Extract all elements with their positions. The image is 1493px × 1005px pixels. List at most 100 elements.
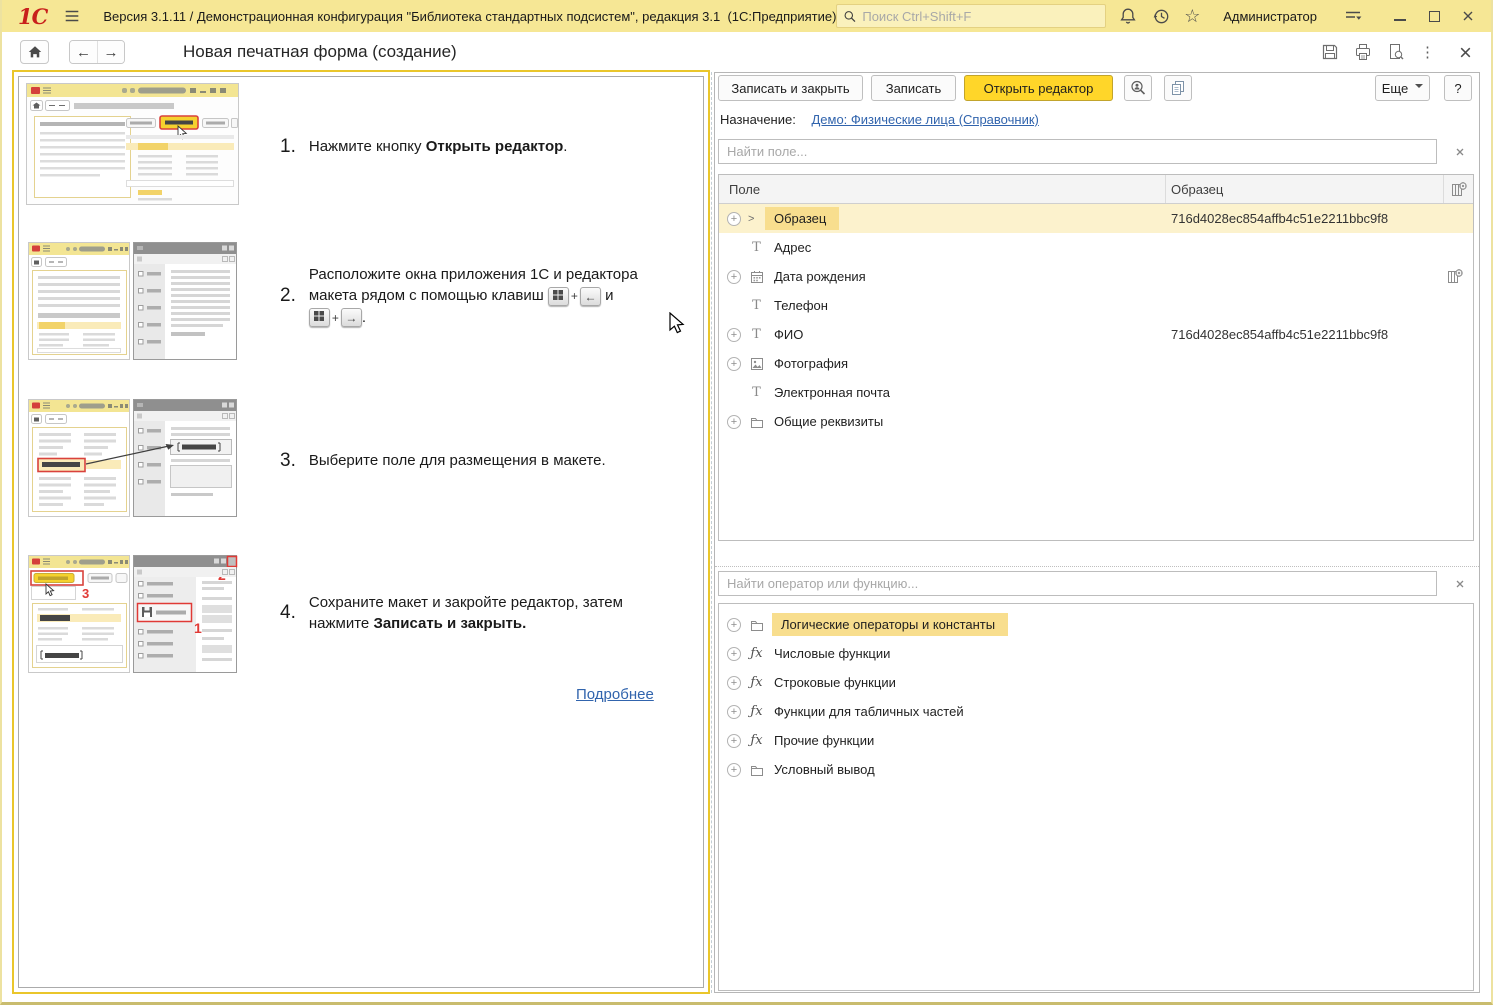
step-3-thumbnail <box>26 397 239 519</box>
notifications-bell-icon[interactable] <box>1118 6 1138 26</box>
function-group-name[interactable]: Числовые функции <box>772 642 892 665</box>
table-row-email[interactable]: T Электронная почта <box>719 378 1473 407</box>
function-group-name[interactable]: Условный вывод <box>772 758 877 781</box>
service-menu-icon[interactable] <box>1343 6 1363 26</box>
expand-icon[interactable]: + <box>727 763 741 777</box>
column-header-sample[interactable]: Образец <box>1171 182 1223 197</box>
tutorial-step-1: 1. Нажмите кнопку Открыть редактор. <box>280 136 567 158</box>
table-row-sample[interactable]: + > Образец 716d4028ec854affb4c51e2211bb… <box>719 204 1473 233</box>
table-settings-icon[interactable] <box>1446 267 1464 285</box>
table-settings-icon[interactable] <box>1450 180 1468 198</box>
list-item-numeric-functions[interactable]: + ƒx Числовые функции <box>719 639 1473 668</box>
change-assignment-button[interactable] <box>1124 75 1152 101</box>
field-name[interactable]: ФИО <box>772 323 805 346</box>
assignment-link[interactable]: Демо: Физические лица (Справочник) <box>811 112 1038 127</box>
list-item-tabular-functions[interactable]: + ƒx Функции для табличных частей <box>719 697 1473 726</box>
fields-table: Поле Образец + > Образец 716d4028ec854af… <box>718 174 1474 541</box>
folder-icon <box>748 762 765 778</box>
global-search-box[interactable] <box>836 4 1106 28</box>
open-editor-button[interactable]: Открыть редактор <box>964 75 1113 101</box>
expand-icon[interactable]: + <box>727 415 741 429</box>
1c-logo: 1С <box>18 6 47 27</box>
save-icon[interactable] <box>1321 43 1339 61</box>
expand-icon[interactable]: + <box>727 676 741 690</box>
expand-icon[interactable]: + <box>727 734 741 748</box>
column-header-field[interactable]: Поле <box>729 182 760 197</box>
field-name[interactable]: Электронная почта <box>772 381 892 404</box>
page-title: Новая печатная форма (создание) <box>183 42 457 62</box>
expand-icon[interactable]: + <box>727 618 741 632</box>
history-icon[interactable] <box>1151 6 1171 26</box>
table-row-birthdate[interactable]: + Дата рождения <box>719 262 1473 291</box>
assignment-row: Назначение: Демо: Физические лица (Справ… <box>720 112 1039 127</box>
function-group-name[interactable]: Прочие функции <box>772 729 876 752</box>
expand-icon[interactable]: + <box>727 328 741 342</box>
global-search-input[interactable] <box>862 9 1099 24</box>
expand-icon[interactable]: + <box>727 270 741 284</box>
calendar-icon <box>748 269 765 285</box>
right-arrow-key-icon: → <box>341 308 362 327</box>
function-group-name[interactable]: Функции для табличных частей <box>772 700 966 723</box>
field-name[interactable]: Общие реквизиты <box>772 410 885 433</box>
window-title: Версия 3.1.11 / Демонстрационная конфигу… <box>103 9 836 24</box>
minimize-button[interactable] <box>1383 4 1417 28</box>
windows-key-icon <box>309 308 330 327</box>
maximize-button[interactable] <box>1417 4 1451 28</box>
step-text: Нажмите кнопку Открыть редактор. <box>309 136 568 157</box>
copy-icon <box>1169 79 1187 97</box>
home-button[interactable] <box>20 40 49 64</box>
list-item-other-functions[interactable]: + ƒx Прочие функции <box>719 726 1473 755</box>
text-type-icon: T <box>748 240 765 255</box>
field-name[interactable]: Дата рождения <box>772 265 868 288</box>
function-group-name[interactable]: Строковые функции <box>772 671 898 694</box>
more-details-link[interactable]: Подробнее <box>576 686 654 703</box>
pane-splitter[interactable] <box>711 72 712 993</box>
table-row-fio[interactable]: + T ФИО 716d4028ec854affb4c51e2211bbc9f8 <box>719 320 1473 349</box>
close-form-icon[interactable] <box>1458 45 1473 60</box>
table-row-address[interactable]: T Адрес <box>719 233 1473 262</box>
clear-function-search-icon[interactable] <box>1453 577 1467 591</box>
help-button[interactable]: ? <box>1444 75 1472 101</box>
more-button[interactable]: Еще <box>1375 75 1430 101</box>
function-group-name[interactable]: Логические операторы и константы <box>772 613 1008 636</box>
folder-icon <box>748 617 765 633</box>
forward-button[interactable]: → <box>97 41 124 63</box>
expand-icon[interactable]: + <box>727 357 741 371</box>
save-and-close-button[interactable]: Записать и закрыть <box>718 75 863 101</box>
function-search-input[interactable] <box>718 571 1437 596</box>
print-icon[interactable] <box>1354 43 1372 61</box>
favorites-star-icon[interactable]: ☆ <box>1184 6 1204 26</box>
field-search-input[interactable] <box>718 139 1437 164</box>
copy-button[interactable] <box>1164 75 1192 101</box>
maximize-icon <box>1429 11 1440 22</box>
chevron-right-icon[interactable]: > <box>748 213 761 225</box>
more-actions-icon[interactable]: ⋮ <box>1420 45 1435 60</box>
step-text: Выберите поле для размещения в макете. <box>309 450 606 471</box>
list-item-conditional-output[interactable]: + Условный вывод <box>719 755 1473 784</box>
expand-icon[interactable]: + <box>727 212 741 226</box>
section-splitter[interactable] <box>715 566 1479 567</box>
print-preview-icon[interactable] <box>1387 43 1405 61</box>
mouse-cursor <box>668 312 688 336</box>
field-name[interactable]: Фотография <box>772 352 850 375</box>
expand-icon[interactable]: + <box>727 705 741 719</box>
save-button[interactable]: Записать <box>871 75 956 101</box>
table-row-photo[interactable]: + Фотография <box>719 349 1473 378</box>
main-menu-icon[interactable] <box>63 6 81 26</box>
close-window-button[interactable] <box>1451 4 1485 28</box>
field-name[interactable]: Образец <box>765 207 839 230</box>
list-item-logical-operators[interactable]: + Логические операторы и константы <box>719 610 1473 639</box>
field-name[interactable]: Телефон <box>772 294 830 317</box>
field-name[interactable]: Адрес <box>772 236 813 259</box>
fields-table-header: Поле Образец <box>719 175 1473 204</box>
back-button[interactable]: ← <box>70 41 97 63</box>
table-row-phone[interactable]: T Телефон <box>719 291 1473 320</box>
table-row-common-attrs[interactable]: + Общие реквизиты <box>719 407 1473 436</box>
current-user-label[interactable]: Администратор <box>1223 9 1317 24</box>
application-window: 1С Версия 3.1.11 / Демонстрационная конф… <box>0 0 1493 1005</box>
expand-icon[interactable]: + <box>727 647 741 661</box>
function-icon: ƒx <box>748 675 765 690</box>
clear-field-search-icon[interactable] <box>1453 145 1467 159</box>
field-sample-value: 716d4028ec854affb4c51e2211bbc9f8 <box>1171 211 1388 226</box>
list-item-string-functions[interactable]: + ƒx Строковые функции <box>719 668 1473 697</box>
